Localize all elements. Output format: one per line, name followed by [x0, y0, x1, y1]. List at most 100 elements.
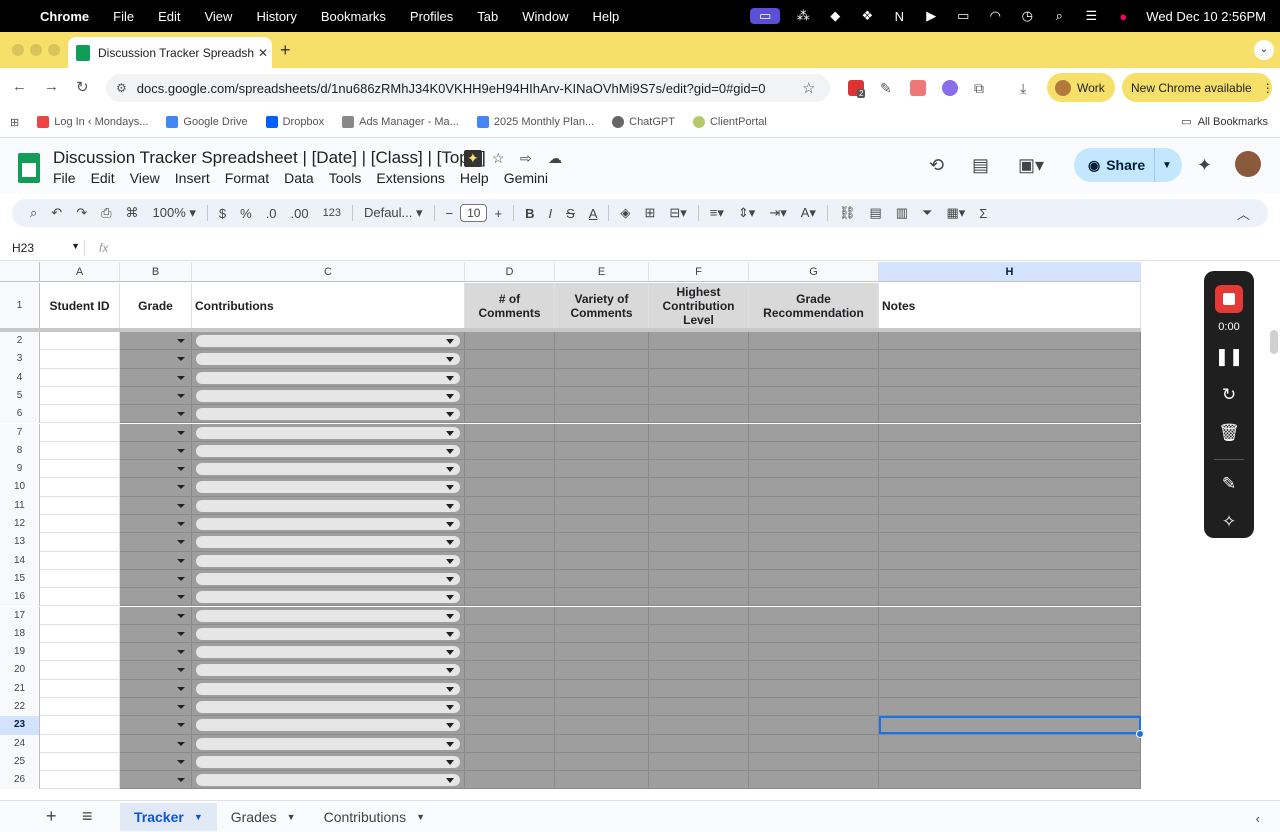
bookmark-star-icon[interactable]: ☆	[802, 79, 830, 97]
cell-b3[interactable]	[120, 350, 192, 369]
cell-d2[interactable]	[465, 332, 555, 351]
row-header-22[interactable]: 22	[0, 698, 40, 717]
cell-h13[interactable]	[879, 533, 1141, 552]
cell-h18[interactable]	[879, 624, 1141, 644]
cell-f6[interactable]	[649, 405, 749, 424]
version-history-icon[interactable]: ⟲	[929, 155, 944, 176]
cell-f8[interactable]	[649, 441, 749, 461]
more-formats-button[interactable]: 123	[316, 207, 348, 219]
cell-a4[interactable]	[40, 368, 120, 387]
notion-icon[interactable]: N	[890, 9, 908, 24]
fill-handle[interactable]	[1136, 730, 1144, 738]
cell-a16[interactable]	[40, 588, 120, 607]
address-bar[interactable]: ⚙ docs.google.com/spreadsheets/d/1nu686z…	[106, 74, 830, 102]
cell-a7[interactable]	[40, 423, 120, 442]
contributions-dropdown-chip[interactable]	[196, 591, 460, 604]
sheets-logo-icon[interactable]	[18, 153, 40, 183]
cell-a26[interactable]	[40, 771, 120, 790]
dropdown-arrow-icon[interactable]	[177, 393, 185, 398]
merge-cells-icon[interactable]: ⊟▾	[662, 205, 693, 221]
cell-g26[interactable]	[749, 771, 879, 790]
cell-f25[interactable]	[649, 752, 749, 772]
cell-a17[interactable]	[40, 606, 120, 625]
cell-h19[interactable]	[879, 643, 1141, 662]
bookmark-item[interactable]: Ads Manager - Ma...	[342, 116, 459, 128]
cell-e15[interactable]	[555, 569, 649, 589]
cell-f26[interactable]	[649, 771, 749, 790]
cell-d15[interactable]	[465, 569, 555, 589]
cell-f17[interactable]	[649, 606, 749, 625]
cell-g8[interactable]	[749, 441, 879, 461]
increase-decimal-button[interactable]: .00	[284, 206, 316, 221]
header-grade[interactable]: Grade	[120, 283, 192, 329]
contributions-dropdown-chip[interactable]	[196, 481, 460, 494]
bookmark-item[interactable]: Log In ‹ Mondays...	[37, 116, 148, 128]
cell-b21[interactable]	[120, 679, 192, 698]
contributions-dropdown-chip[interactable]	[196, 755, 460, 768]
cell-d23[interactable]	[465, 716, 555, 735]
sheet-tab-dropdown-icon[interactable]: ▼	[194, 812, 203, 822]
text-rotation-icon[interactable]: A▾	[794, 205, 823, 221]
cell-g24[interactable]	[749, 734, 879, 753]
dropdown-arrow-icon[interactable]	[177, 576, 185, 581]
sheets-menu-format[interactable]: Format	[225, 170, 269, 186]
cell-g5[interactable]	[749, 386, 879, 406]
cell-h4[interactable]	[879, 368, 1141, 387]
dropdown-arrow-icon[interactable]	[177, 467, 185, 472]
row-header-16[interactable]: 16	[0, 588, 40, 607]
cell-h12[interactable]	[879, 515, 1141, 534]
cell-f14[interactable]	[649, 551, 749, 570]
clock[interactable]: Wed Dec 10 2:56PM	[1146, 9, 1266, 24]
bookmark-item[interactable]: Google Drive	[166, 116, 248, 128]
cell-d7[interactable]	[465, 423, 555, 442]
cell-c12[interactable]	[192, 515, 465, 534]
window-minimize-button[interactable]	[30, 44, 42, 56]
cell-f11[interactable]	[649, 496, 749, 515]
column-header-f[interactable]: F	[649, 262, 749, 282]
account-avatar[interactable]	[1235, 151, 1261, 177]
cell-f5[interactable]	[649, 386, 749, 406]
menu-edit[interactable]: Edit	[146, 9, 192, 24]
cell-e13[interactable]	[555, 533, 649, 552]
cell-f21[interactable]	[649, 679, 749, 698]
hide-menus-chevron-icon[interactable]: ︿	[1230, 204, 1268, 223]
selected-cell-h23[interactable]	[879, 716, 1141, 735]
cell-c11[interactable]	[192, 496, 465, 515]
header-grade-recommendation[interactable]: Grade Recommendation	[749, 283, 879, 329]
cell-d16[interactable]	[465, 588, 555, 607]
cell-f19[interactable]	[649, 643, 749, 662]
cell-d18[interactable]	[465, 624, 555, 644]
extension-circle-icon[interactable]	[942, 80, 958, 96]
cell-d14[interactable]	[465, 551, 555, 570]
dropdown-arrow-icon[interactable]	[177, 778, 185, 783]
cell-a23[interactable]	[40, 716, 120, 735]
cell-a25[interactable]	[40, 752, 120, 772]
cell-a6[interactable]	[40, 405, 120, 424]
column-header-a[interactable]: A	[40, 262, 120, 282]
contributions-dropdown-chip[interactable]	[196, 719, 460, 732]
menu-window[interactable]: Window	[510, 9, 580, 24]
cell-g12[interactable]	[749, 515, 879, 534]
sheets-menu-file[interactable]: File	[53, 170, 76, 186]
cell-c3[interactable]	[192, 350, 465, 369]
contributions-dropdown-chip[interactable]	[196, 389, 460, 402]
name-box[interactable]: H23 ▼	[0, 241, 84, 255]
row-header-26[interactable]: 26	[0, 771, 40, 790]
cell-e9[interactable]	[555, 460, 649, 479]
cell-a24[interactable]	[40, 734, 120, 753]
spotlight-search-icon[interactable]: ⌕	[1050, 8, 1068, 24]
dropdown-arrow-icon[interactable]	[177, 357, 185, 362]
vertical-align-icon[interactable]: ⇕▾	[731, 205, 762, 221]
cell-g17[interactable]	[749, 606, 879, 625]
contributions-dropdown-chip[interactable]	[196, 408, 460, 421]
diamond-icon[interactable]: ◆	[826, 8, 844, 24]
insert-link-icon[interactable]: ⛓	[832, 205, 863, 221]
cell-h8[interactable]	[879, 441, 1141, 461]
cell-g19[interactable]	[749, 643, 879, 662]
cell-c22[interactable]	[192, 698, 465, 717]
cell-c10[interactable]	[192, 478, 465, 497]
dropbox-icon[interactable]: ❖	[858, 8, 876, 24]
cell-d20[interactable]	[465, 661, 555, 680]
sheet-tab-dropdown-icon[interactable]: ▼	[287, 812, 296, 822]
bookmark-item[interactable]: ClientPortal	[692, 116, 767, 128]
